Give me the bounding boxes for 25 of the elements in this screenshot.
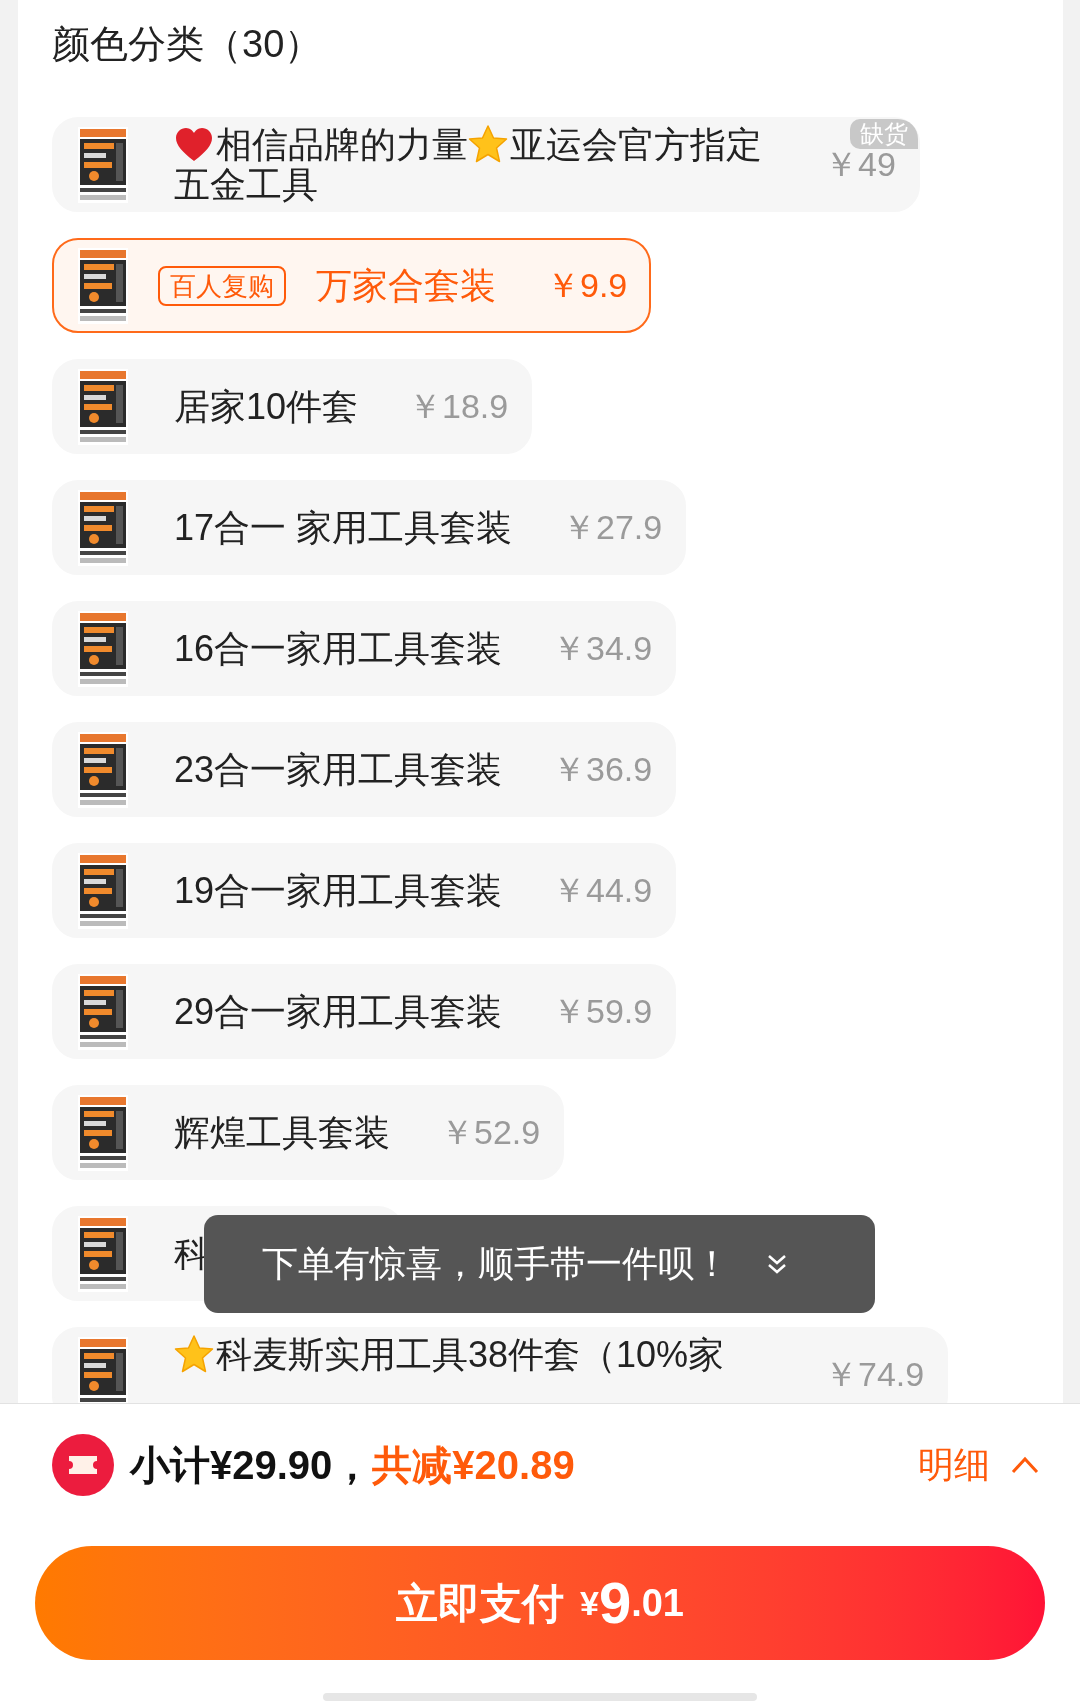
option-title: 万家合套装 <box>316 265 496 306</box>
option-price: ￥74.9 <box>824 1354 925 1395</box>
option-title: 居家10件套 <box>174 386 359 427</box>
option-title: 17合一 家用工具套装 <box>174 507 513 548</box>
option-price: ￥59.9 <box>552 991 653 1032</box>
toast-message: 下单有惊喜，顺手带一件呗！ <box>262 1242 730 1286</box>
option-title: 23合一家用工具套装 <box>174 749 503 790</box>
option-title: 16合一家用工具套装 <box>174 628 503 669</box>
option-price: ￥18.9 <box>408 386 509 427</box>
option-title: 科 <box>174 1233 210 1274</box>
option-price: ￥44.9 <box>552 870 653 911</box>
option-title: 29合一家用工具套装 <box>174 991 503 1032</box>
option-price: ￥34.9 <box>552 628 653 669</box>
option-title: 辉煌工具套装 <box>174 1112 390 1153</box>
section-title: 颜色分类（30） <box>52 22 324 67</box>
option-title: 19合一家用工具套装 <box>174 870 503 911</box>
option-price: ￥52.9 <box>440 1112 541 1153</box>
discount-text: 共减¥20.89 <box>372 1442 575 1489</box>
repurchase-tag: 百人复购 <box>158 265 286 306</box>
option-title: 相信品牌的力量 亚运会官方指定五金工具 <box>174 124 763 205</box>
option-price: ￥27.9 <box>562 507 663 548</box>
option-price: ￥36.9 <box>552 749 653 790</box>
option-price: ￥9.9 <box>546 265 628 306</box>
option-title: 科麦斯实用工具38件套（10%家 <box>174 1334 774 1403</box>
subtotal-text: 小计¥29.90， <box>130 1442 373 1489</box>
